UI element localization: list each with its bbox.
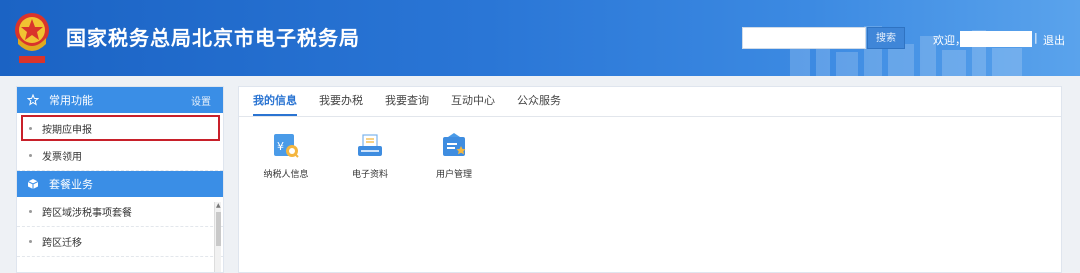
app-electronic-documents[interactable]: 电子资料 bbox=[335, 131, 405, 180]
cube-icon bbox=[27, 178, 39, 190]
tab-interaction-center[interactable]: 互动中心 bbox=[451, 92, 495, 116]
star-icon bbox=[27, 94, 39, 106]
tax-emblem-logo bbox=[15, 13, 49, 63]
sidebar-scrollbar[interactable]: ▲ bbox=[214, 202, 221, 272]
sidebar-item-invoice-claim[interactable]: 发票领用 bbox=[17, 141, 223, 171]
bullet-icon bbox=[29, 210, 32, 213]
user-management-icon bbox=[443, 133, 466, 156]
svg-text:¥: ¥ bbox=[277, 140, 284, 153]
app-label: 用户管理 bbox=[435, 170, 472, 180]
sidebar-item-label: 跨区迁移 bbox=[42, 238, 82, 249]
site-title: 国家税务总局北京市电子税务局 bbox=[66, 26, 360, 50]
sidebar-item-cross-region-migration[interactable]: 跨区迁移 bbox=[17, 227, 223, 257]
search-input[interactable] bbox=[742, 27, 866, 49]
app-grid: ¥ 纳税人信息 电子资料 用户管理 bbox=[239, 131, 1061, 191]
sidebar-group-package[interactable]: 套餐业务 bbox=[17, 171, 223, 197]
taxpayer-info-icon: ¥ bbox=[274, 134, 299, 158]
app-user-management[interactable]: 用户管理 bbox=[419, 131, 489, 180]
search-button[interactable]: 搜索 bbox=[867, 27, 905, 49]
top-banner: 国家税务总局北京市电子税务局 搜索 欢迎， | 退出 bbox=[0, 0, 1080, 76]
logout-link[interactable]: 退出 bbox=[1043, 32, 1065, 48]
settings-link[interactable]: 设置 bbox=[191, 93, 211, 108]
tab-my-info[interactable]: 我的信息 bbox=[253, 92, 297, 116]
app-taxpayer-info[interactable]: ¥ 纳税人信息 bbox=[251, 131, 321, 180]
tab-bar: 我的信息 我要办税 我要查询 互动中心 公众服务 bbox=[239, 87, 1061, 117]
bullet-icon bbox=[29, 240, 32, 243]
scroll-up-arrow-icon[interactable]: ▲ bbox=[216, 203, 221, 209]
scrollbar-thumb[interactable] bbox=[216, 212, 221, 246]
sidebar-item-label: 发票领用 bbox=[42, 152, 82, 163]
sidebar-group-title: 常用功能 bbox=[49, 94, 93, 107]
sidebar-item-label: 按期应申报 bbox=[42, 124, 92, 136]
app-label: 电子资料 bbox=[351, 170, 388, 180]
sidebar-group-common[interactable]: 常用功能 设置 bbox=[17, 87, 223, 113]
sidebar-item-cross-region-package[interactable]: 跨区域涉税事项套餐 bbox=[17, 197, 223, 227]
app-label: 纳税人信息 bbox=[263, 170, 309, 180]
bullet-icon bbox=[29, 154, 32, 157]
sidebar: 常用功能 设置 按期应申报 发票领用 套餐业务 跨区域涉税事项套餐 跨区迁移 ▲ bbox=[16, 86, 224, 273]
tab-tax-handling[interactable]: 我要办税 bbox=[319, 92, 363, 116]
bullet-icon bbox=[29, 126, 32, 130]
tab-public-service[interactable]: 公众服务 bbox=[517, 92, 561, 116]
header-separator: | bbox=[1034, 31, 1038, 44]
username-redacted bbox=[960, 31, 1032, 47]
sidebar-item-label: 跨区域涉税事项套餐 bbox=[42, 208, 132, 219]
tab-query[interactable]: 我要查询 bbox=[385, 92, 429, 116]
electronic-document-icon bbox=[358, 134, 382, 156]
sidebar-group-title: 套餐业务 bbox=[49, 178, 93, 191]
sidebar-item-periodic-declaration[interactable]: 按期应申报 bbox=[21, 115, 220, 141]
main-panel: 我的信息 我要办税 我要查询 互动中心 公众服务 ¥ 纳税人信息 电子资料 用户… bbox=[238, 86, 1062, 273]
